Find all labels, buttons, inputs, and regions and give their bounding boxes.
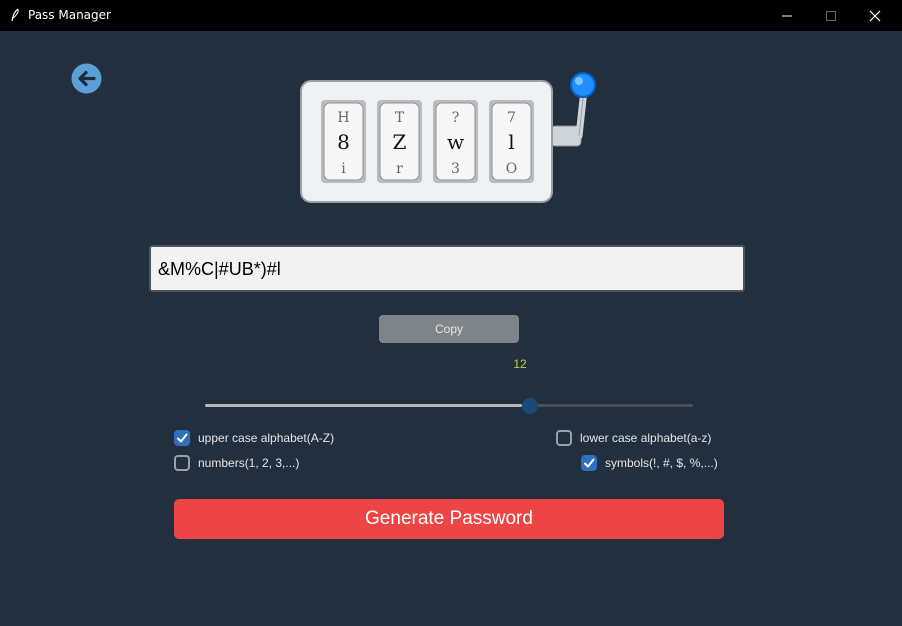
window-title: Pass Manager	[28, 8, 111, 22]
maximize-button[interactable]	[808, 0, 854, 31]
reel-symbol-top: ?	[452, 110, 460, 126]
slot-machine-illustration: H 8 i T Zr? w 3 7 l O	[296, 70, 602, 206]
close-button[interactable]	[852, 0, 898, 31]
minimize-icon	[782, 15, 792, 16]
title-bar: Pass Manager	[0, 0, 902, 31]
reel-symbol-middle: 8	[337, 130, 350, 154]
reel-symbol-bottom: 3	[451, 161, 460, 177]
maximize-icon	[826, 10, 836, 21]
reel-symbol-top: H	[337, 110, 349, 126]
feather-icon	[11, 8, 19, 22]
checkbox-box[interactable]	[174, 430, 190, 446]
reel-symbol-middle: w	[447, 130, 464, 154]
slider-thumb[interactable]	[522, 398, 538, 414]
checkbox-label: symbols(!, #, $, %,...)	[605, 456, 718, 470]
checkmark-icon	[177, 433, 188, 443]
reel-symbol-middle: Z	[393, 130, 407, 154]
close-icon	[869, 10, 881, 21]
lower-case-checkbox[interactable]: lower case alphabet(a-z)	[556, 428, 711, 448]
length-value: 12	[513, 357, 527, 371]
checkbox-box[interactable]	[556, 430, 572, 446]
reel-symbol-bottom: O	[506, 161, 517, 177]
reel-symbol-top: T	[395, 110, 405, 126]
reel-symbol-middle: l	[508, 130, 514, 154]
upper-case-checkbox[interactable]: upper case alphabet(A-Z)	[174, 428, 334, 448]
reel-symbol-top: 7	[507, 110, 516, 126]
symbols-checkbox[interactable]: symbols(!, #, $, %,...)	[581, 453, 718, 473]
slider-track-filled	[205, 404, 522, 407]
checkmark-icon	[584, 458, 595, 468]
password-field[interactable]: &M%C|#UB*)#l	[149, 245, 745, 292]
checkbox-label: lower case alphabet(a-z)	[580, 431, 712, 445]
reel-symbol-bottom: r	[396, 161, 403, 177]
slider-track-rest	[522, 404, 693, 407]
copy-button[interactable]: Copy	[379, 315, 519, 343]
minimize-button[interactable]	[764, 0, 810, 31]
password-value: &M%C|#UB*)#l	[158, 259, 281, 279]
back-button[interactable]	[71, 63, 102, 94]
checkbox-label: upper case alphabet(A-Z)	[198, 431, 335, 445]
reel-symbol-bottom: i	[341, 161, 346, 177]
arrow-left-icon	[71, 63, 102, 94]
checkbox-box[interactable]	[174, 455, 190, 471]
checkbox-box[interactable]	[581, 455, 597, 471]
length-slider[interactable]	[205, 396, 693, 416]
generate-password-button[interactable]: Generate Password	[174, 499, 724, 539]
checkbox-label: numbers(1, 2, 3,...)	[198, 456, 300, 470]
numbers-checkbox[interactable]: numbers(1, 2, 3,...)	[174, 453, 299, 473]
